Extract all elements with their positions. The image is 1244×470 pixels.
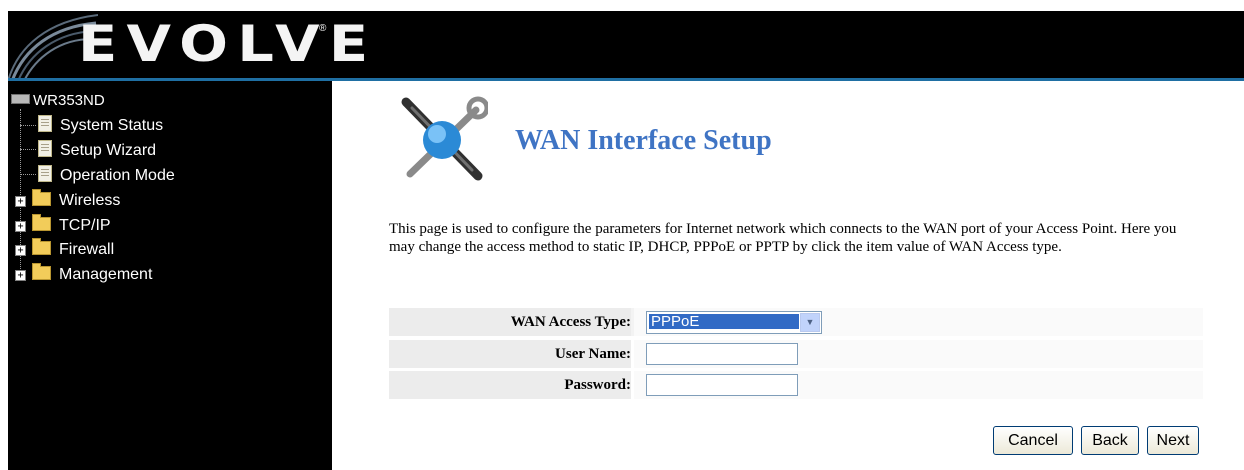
router-icon [11, 94, 30, 104]
folder-icon [32, 189, 51, 206]
sidebar-item-label: TCP/IP [59, 217, 111, 234]
sidebar-item-system-status[interactable]: System Status [38, 115, 163, 137]
form-cell: PPPoE ▼ [634, 308, 1203, 336]
next-button[interactable]: Next [1147, 426, 1199, 455]
logo-text: EVOLVE [78, 15, 378, 73]
form-cell [634, 340, 1203, 368]
sidebar-item-label: Firewall [59, 241, 115, 258]
expand-icon[interactable]: + [15, 196, 26, 207]
cancel-button[interactable]: Cancel [993, 426, 1073, 455]
tree-line [20, 149, 36, 150]
expand-icon[interactable]: + [15, 221, 26, 232]
tree-line [20, 125, 36, 126]
page-icon [38, 165, 52, 182]
tree-line [20, 174, 36, 175]
expand-icon[interactable]: + [15, 245, 26, 256]
back-button[interactable]: Back [1081, 426, 1139, 455]
page-icon [38, 140, 52, 157]
user-name-row: User Name: [389, 340, 1203, 368]
user-name-label: User Name: [389, 340, 631, 368]
chevron-down-icon[interactable]: ▼ [800, 313, 820, 332]
sidebar-root-wr353nd[interactable]: WR353ND [11, 91, 105, 111]
page-description: This page is used to configure the param… [389, 221, 1177, 255]
wan-access-type-row: WAN Access Type: PPPoE ▼ [389, 308, 1203, 336]
wan-access-type-select[interactable]: PPPoE ▼ [646, 311, 822, 334]
sidebar-root-label: WR353ND [33, 92, 105, 109]
folder-icon [32, 238, 51, 255]
folder-icon [32, 214, 51, 231]
page-icon [38, 115, 52, 132]
sidebar-item-label: Management [59, 266, 153, 283]
page-title: WAN Interface Setup [515, 125, 772, 156]
password-input[interactable] [646, 374, 798, 396]
sidebar-item-tcpip[interactable]: + TCP/IP [15, 214, 111, 237]
registered-mark: ® [319, 23, 327, 34]
expand-icon[interactable]: + [15, 270, 26, 281]
wan-access-type-value: PPPoE [649, 314, 799, 329]
header-banner: EVOLVE ® [8, 11, 1244, 81]
sidebar-item-setup-wizard[interactable]: Setup Wizard [38, 140, 156, 162]
password-label: Password: [389, 371, 631, 399]
sidebar-item-firewall[interactable]: + Firewall [15, 238, 115, 261]
sidebar-item-label: System Status [60, 117, 164, 134]
sidebar-item-label: Operation Mode [60, 167, 175, 184]
form-cell [634, 371, 1203, 399]
tools-icon [401, 96, 488, 181]
sidebar-item-label: Setup Wizard [60, 142, 157, 159]
sidebar-item-management[interactable]: + Management [15, 263, 153, 286]
sidebar-item-wireless[interactable]: + Wireless [15, 189, 121, 212]
sidebar-nav: WR353ND System Status Setup Wizard Opera… [8, 81, 332, 470]
folder-icon [32, 263, 51, 280]
wan-access-type-label: WAN Access Type: [389, 308, 631, 336]
sidebar-item-label: Wireless [59, 192, 121, 209]
sidebar-item-operation-mode[interactable]: Operation Mode [38, 165, 175, 187]
user-name-input[interactable] [646, 343, 798, 365]
password-row: Password: [389, 371, 1203, 399]
